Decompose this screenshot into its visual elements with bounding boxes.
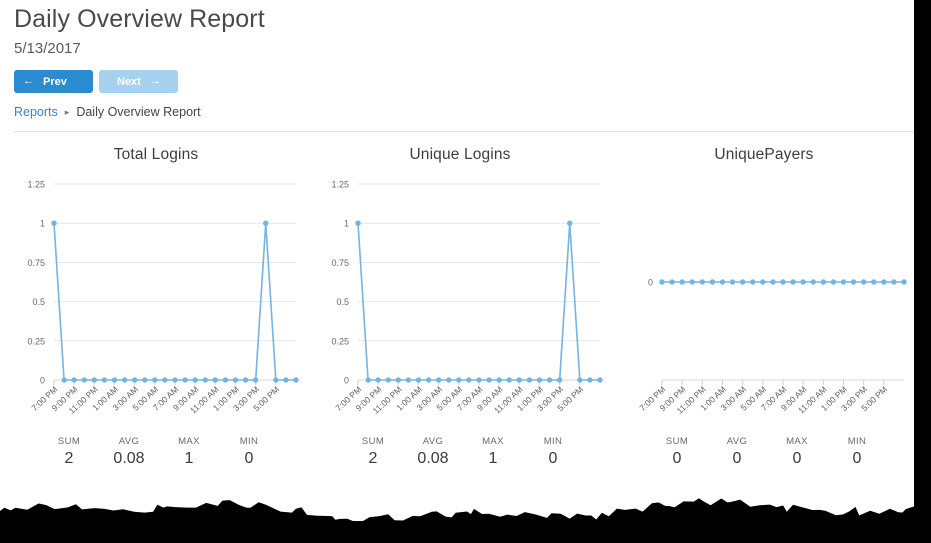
- stat-min: MIN 0: [219, 436, 279, 470]
- stat-sum-value: 2: [64, 450, 74, 467]
- chart-card-unique-logins: Unique Logins 0 0.25 0.5 0.75 1 1.25 7:00 PM 9:…: [310, 146, 610, 470]
- svg-text:1.25: 1.25: [27, 180, 45, 190]
- chart-card-total-logins: Total Logins 0 0.25 0.5 0.75 1 1.25 7:00 PM 9:0…: [6, 146, 306, 470]
- stat-min-value: 0: [548, 450, 558, 467]
- stat-max: MAX 0: [767, 436, 827, 470]
- stat-max-value: 0: [792, 450, 802, 467]
- stat-min: MIN 0: [523, 436, 583, 470]
- stat-sum-label: SUM: [57, 436, 81, 447]
- svg-text:0: 0: [648, 278, 653, 288]
- prev-button[interactable]: ← Prev: [14, 70, 93, 93]
- prev-button-label: Prev: [43, 75, 67, 88]
- stat-sum-value: 2: [368, 450, 378, 467]
- svg-text:0.5: 0.5: [32, 297, 45, 307]
- chart-plot-unique-payers[interactable]: 0 7:00 PM 9:00 PM 11:00 PM 1:00 AM 3:00 AM 5:0…: [614, 172, 914, 442]
- stat-sum-label: SUM: [361, 436, 385, 447]
- stat-avg: AVG 0: [707, 436, 767, 470]
- arrow-left-icon: ←: [23, 75, 34, 87]
- stat-max: MAX 1: [159, 436, 219, 470]
- chart-card-unique-payers: UniquePayers 0 7:00 PM 9:00 PM 11:00 PM 1:00…: [614, 146, 914, 470]
- next-button[interactable]: Next →: [99, 70, 178, 93]
- stat-max: MAX 1: [463, 436, 523, 470]
- charts-row: Total Logins 0 0.25 0.5 0.75 1 1.25 7:00 PM 9:0…: [0, 132, 914, 470]
- report-page: Daily Overview Report 5/13/2017 ← Prev N…: [0, 0, 914, 543]
- next-button-label: Next: [117, 75, 141, 88]
- stat-avg: AVG 0.08: [99, 436, 159, 470]
- stat-min-value: 0: [244, 450, 254, 467]
- chart-stats: SUM 2 AVG 0.08 MAX 1 MIN 0: [310, 436, 610, 470]
- breadcrumb-link-reports[interactable]: Reports: [14, 105, 58, 119]
- page-title: Daily Overview Report: [14, 5, 265, 33]
- stat-sum: SUM 2: [39, 436, 99, 470]
- chart-plot-total-logins[interactable]: 0 0.25 0.5 0.75 1 1.25 7:00 PM 9:00 PM 11:00 PM 1…: [6, 172, 306, 442]
- svg-text:1: 1: [40, 219, 45, 229]
- svg-text:0.75: 0.75: [331, 258, 349, 268]
- stat-sum-value: 0: [672, 450, 682, 467]
- chart-title: Total Logins: [113, 146, 199, 163]
- stat-avg-value: 0.08: [417, 450, 449, 467]
- stat-min-label: MIN: [239, 436, 259, 447]
- stat-min-value: 0: [852, 450, 862, 467]
- stat-min-label: MIN: [543, 436, 563, 447]
- stat-max-label: MAX: [178, 436, 200, 447]
- stat-max-value: 1: [488, 450, 498, 467]
- stat-min-label: MIN: [847, 436, 867, 447]
- stat-avg-label: AVG: [118, 436, 140, 447]
- stat-min: MIN 0: [827, 436, 887, 470]
- chart-title: Unique Logins: [409, 146, 511, 163]
- svg-text:0.75: 0.75: [27, 258, 45, 268]
- chevron-right-icon: ▸: [64, 106, 70, 117]
- stat-avg-value: 0.08: [113, 450, 145, 467]
- svg-text:1.25: 1.25: [331, 180, 349, 190]
- screenshot-right-letterbox: [914, 0, 931, 543]
- stat-max-label: MAX: [786, 436, 808, 447]
- report-date: 5/13/2017: [14, 40, 81, 57]
- page-header: Daily Overview Report 5/13/2017 ← Prev N…: [0, 0, 914, 132]
- breadcrumb-current: Daily Overview Report: [76, 105, 201, 119]
- stat-avg-label: AVG: [726, 436, 748, 447]
- stat-max-label: MAX: [482, 436, 504, 447]
- svg-text:0.25: 0.25: [331, 336, 349, 346]
- date-navigation: ← Prev Next →: [14, 70, 914, 93]
- stat-sum: SUM 0: [647, 436, 707, 470]
- chart-plot-unique-logins[interactable]: 0 0.25 0.5 0.75 1 1.25 7:00 PM 9:00 PM 11:00 PM 1…: [310, 172, 610, 442]
- arrow-right-icon: →: [149, 75, 161, 87]
- stat-max-value: 1: [184, 450, 194, 467]
- stat-avg-value: 0: [732, 450, 742, 467]
- chart-stats: SUM 2 AVG 0.08 MAX 1 MIN 0: [6, 436, 306, 470]
- stat-sum: SUM 2: [343, 436, 403, 470]
- stat-avg: AVG 0.08: [403, 436, 463, 470]
- stat-sum-label: SUM: [665, 436, 689, 447]
- chart-title: UniquePayers: [714, 146, 814, 163]
- svg-text:0.25: 0.25: [27, 336, 45, 346]
- chart-stats: SUM 0 AVG 0 MAX 0 MIN 0: [614, 436, 914, 470]
- stat-avg-label: AVG: [422, 436, 444, 447]
- svg-text:0: 0: [40, 376, 45, 386]
- svg-text:0: 0: [344, 376, 349, 386]
- svg-text:0.5: 0.5: [336, 297, 349, 307]
- breadcrumb: Reports ▸ Daily Overview Report: [14, 105, 914, 119]
- svg-text:1: 1: [344, 219, 349, 229]
